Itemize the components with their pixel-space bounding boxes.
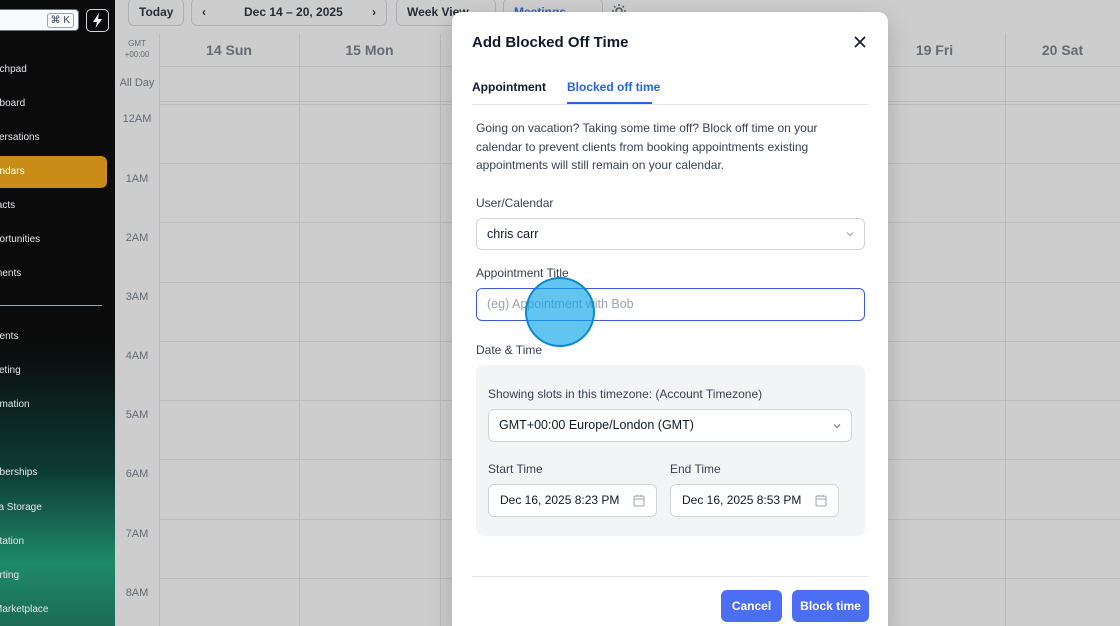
user-calendar-value: chris carr: [487, 227, 539, 241]
sidebar-item-label: nchpad: [0, 64, 27, 75]
sidebar-item-label: omation: [0, 399, 30, 410]
timezone-select[interactable]: GMT+00:00 Europe/London (GMT): [488, 409, 852, 442]
timezone-value: GMT+00:00 Europe/London (GMT): [499, 418, 694, 432]
sidebar-item-9[interactable]: omation: [0, 390, 107, 420]
sidebar-item-label: endars: [0, 166, 25, 177]
chevron-down-icon: [846, 232, 854, 237]
sidebar-item-15[interactable]: Marketplace: [0, 595, 107, 625]
sidebar-item-1[interactable]: hboard: [0, 89, 107, 119]
sidebar-search-input[interactable]: ⌘ K: [0, 9, 79, 31]
sidebar-item-7[interactable]: gents: [0, 322, 107, 352]
sidebar-item-label: portunities: [0, 234, 41, 245]
sidebar-item-2[interactable]: versations: [0, 123, 107, 153]
sidebar-item-label: orting: [0, 570, 20, 581]
user-calendar-label: User/Calendar: [476, 196, 554, 210]
end-time-input[interactable]: Dec 16, 2025 8:53 PM: [670, 484, 839, 517]
sidebar: ⌘ K nchpad hboard versations endars tacts por…: [0, 0, 115, 626]
end-time-label: End Time: [670, 462, 721, 476]
sidebar-divider: [0, 305, 102, 306]
end-time-value: Dec 16, 2025 8:53 PM: [682, 493, 802, 507]
footer-divider: [472, 576, 868, 577]
sidebar-item-label: tacts: [0, 200, 16, 211]
sidebar-item-label: lia Storage: [0, 502, 42, 513]
sidebar-item-label: versations: [0, 132, 40, 143]
date-time-panel: Showing slots in this timezone: (Account…: [476, 365, 865, 536]
user-calendar-select[interactable]: chris carr: [476, 218, 865, 250]
timezone-caption: Showing slots in this timezone: (Account…: [488, 387, 763, 401]
sidebar-item-5[interactable]: portunities: [0, 225, 107, 255]
start-time-label: Start Time: [488, 462, 543, 476]
sidebar-item-label: Marketplace: [0, 604, 49, 615]
calendar-icon: [633, 494, 645, 507]
cancel-button[interactable]: Cancel: [721, 590, 782, 622]
calendar-icon: [815, 494, 827, 507]
start-time-input[interactable]: Dec 16, 2025 8:23 PM: [488, 484, 657, 517]
start-time-value: Dec 16, 2025 8:23 PM: [500, 493, 620, 507]
sidebar-item-14[interactable]: orting: [0, 561, 107, 591]
sidebar-item-label: hboard: [0, 98, 26, 109]
sidebar-item-13[interactable]: utation: [0, 527, 107, 557]
add-blocked-time-modal: Add Blocked Off Time Appointment Blocked…: [452, 12, 888, 626]
tab-appointment[interactable]: Appointment: [472, 80, 546, 94]
sidebar-item-label: ments: [0, 268, 22, 279]
sidebar-item-3[interactable]: endars: [0, 156, 107, 188]
block-time-button[interactable]: Block time: [792, 590, 869, 622]
sidebar-item-label: nberships: [0, 467, 38, 478]
quick-actions-button[interactable]: [86, 9, 109, 32]
modal-description: Going on vacation? Taking some time off?…: [476, 121, 818, 172]
sidebar-item-6[interactable]: ments: [0, 259, 107, 289]
sidebar-item-0[interactable]: nchpad: [0, 55, 107, 85]
sidebar-item-8[interactable]: keting: [0, 356, 107, 386]
chevron-down-icon: [833, 424, 841, 429]
sidebar-item-12[interactable]: lia Storage: [0, 493, 107, 523]
sidebar-item-10[interactable]: s: [0, 424, 107, 454]
sidebar-item-label: gents: [0, 331, 19, 342]
sidebar-item-11[interactable]: nberships: [0, 458, 107, 488]
lightning-icon: [93, 13, 102, 28]
tab-blocked-off-time[interactable]: Blocked off time: [567, 80, 660, 94]
modal-title: Add Blocked Off Time: [472, 34, 629, 51]
tab-divider: [472, 104, 868, 105]
click-indicator: [525, 277, 595, 347]
sidebar-item-label: keting: [0, 365, 21, 376]
date-time-label: Date & Time: [476, 343, 543, 357]
close-icon[interactable]: [852, 34, 868, 50]
search-shortcut-badge: ⌘ K: [46, 13, 74, 28]
sidebar-item-4[interactable]: tacts: [0, 191, 107, 221]
sidebar-item-label: utation: [0, 536, 25, 547]
